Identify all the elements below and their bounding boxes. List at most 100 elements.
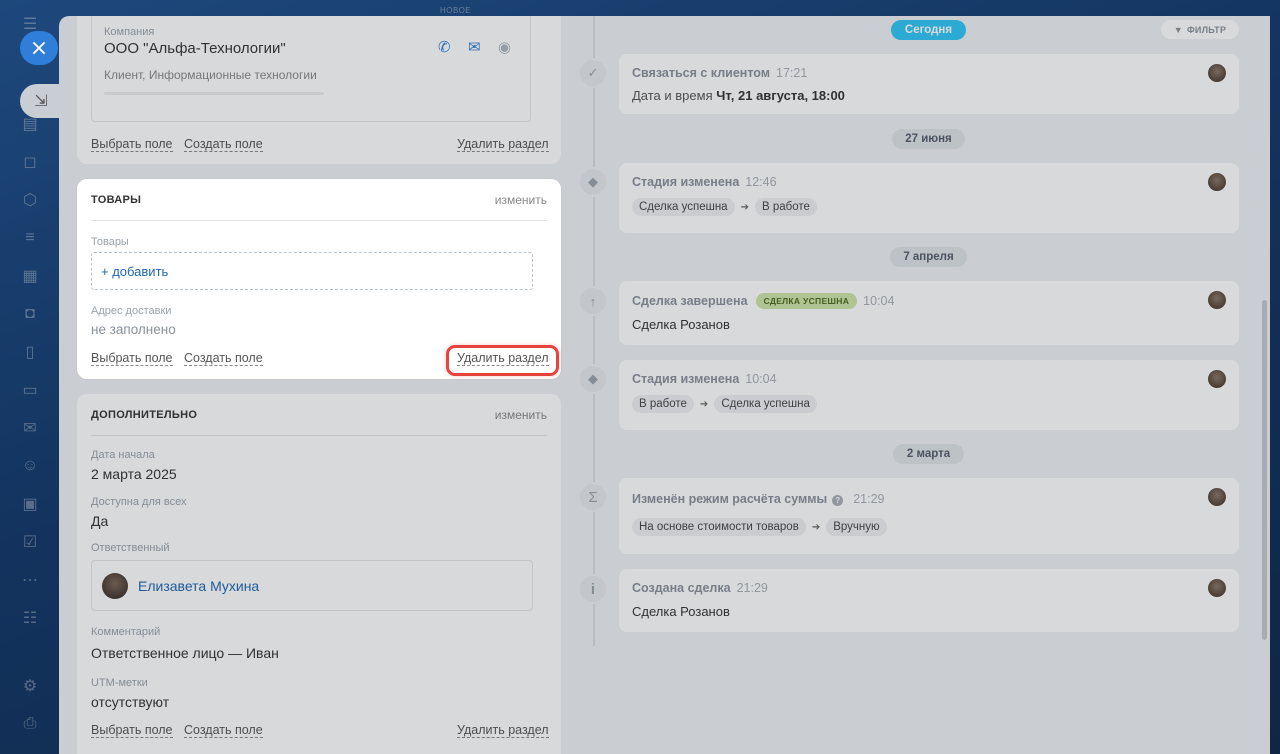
choose-field-link[interactable]: Выбрать поле: [91, 137, 173, 152]
timeline-item-stage[interactable]: Стадия изменена 10:04 В работе ➔ Сделка усп…: [619, 360, 1239, 430]
item-title: Связаться с клиентом 17:21: [632, 66, 807, 80]
public-label: Доступна для всех: [91, 496, 187, 508]
close-button[interactable]: ×: [20, 31, 58, 65]
arrow-up-icon: ↑: [578, 286, 608, 316]
additional-edit-link[interactable]: изменить: [495, 408, 547, 422]
list-icon[interactable]: ☷: [20, 608, 40, 628]
sigma-icon: Σ: [578, 482, 608, 512]
choose-field-link[interactable]: Выбрать поле: [91, 351, 173, 366]
phone-icon[interactable]: ✆: [438, 38, 451, 56]
products-add-box[interactable]: + добавить: [91, 252, 533, 290]
avatar: [1208, 488, 1226, 506]
timeline-line: [593, 16, 595, 646]
avatar: [1208, 64, 1226, 82]
divider: [91, 435, 547, 436]
company-name[interactable]: ООО "Альфа-Технологии": [104, 40, 286, 57]
calendar-icon[interactable]: ▦: [20, 266, 40, 286]
item-title-text: Создана сделка: [632, 581, 731, 595]
item-time: 10:04: [863, 294, 895, 308]
item-title: Сделка завершена СДЕЛКА УСПЕШНА 10:04: [632, 293, 894, 309]
hexagon-icon[interactable]: ⬡: [20, 190, 40, 210]
create-field-link[interactable]: Создать поле: [184, 137, 263, 152]
item-title-text: Стадия изменена: [632, 372, 740, 386]
board-icon[interactable]: ▣: [20, 494, 40, 514]
add-product-link[interactable]: + добавить: [101, 264, 168, 279]
card-icon[interactable]: ▭: [20, 380, 40, 400]
funnel-icon[interactable]: ≡: [20, 228, 40, 248]
help-icon[interactable]: ?: [832, 495, 844, 506]
responsible-label: Ответственный: [91, 542, 170, 554]
create-field-link[interactable]: Создать поле: [184, 351, 263, 366]
dots-icon[interactable]: ⋯: [20, 570, 40, 590]
additional-title: ДОПОЛНИТЕЛЬНО: [91, 409, 198, 421]
delete-section-link[interactable]: Удалить раздел: [457, 723, 549, 738]
item-title: Создана сделка 21:29: [632, 581, 768, 595]
status-badge: СДЕЛКА УСПЕШНА: [755, 293, 858, 309]
item-time: 10:04: [745, 372, 777, 386]
timeline-item-stage[interactable]: Стадия изменена 12:46 Сделка успешна ➔ В ра…: [619, 163, 1239, 233]
filter-label: ФИЛЬТР: [1186, 24, 1227, 35]
responsible-box[interactable]: Елизавета Мухина: [91, 560, 533, 611]
start-date-label: Дата начала: [91, 449, 155, 461]
utm-label: UTM-метки: [91, 677, 148, 689]
item-time: 21:29: [853, 492, 885, 506]
placeholder-line: [104, 92, 324, 95]
new-label: НОВОЕ: [440, 6, 472, 15]
contacts-icon[interactable]: ☺: [20, 456, 40, 476]
products-edit-link[interactable]: изменить: [495, 193, 547, 207]
public-value[interactable]: Да: [91, 513, 108, 529]
item-body: Сделка Розанов: [632, 317, 730, 332]
timeline-item-activity[interactable]: Связаться с клиентом 17:21 Дата и время Ч…: [619, 54, 1239, 114]
utm-value[interactable]: отсутствуют: [91, 694, 169, 710]
create-field-link[interactable]: Создать поле: [184, 723, 263, 738]
company-label: Компания: [104, 26, 155, 38]
delete-section-link[interactable]: Удалить раздел: [457, 137, 549, 152]
mode-from-chip: На основе стоимости товаров: [632, 518, 806, 536]
mail-icon[interactable]: ✉: [468, 38, 481, 56]
mail-icon[interactable]: ✉: [20, 418, 40, 438]
document-icon[interactable]: ▯: [20, 342, 40, 362]
printer-icon[interactable]: ⎙: [20, 714, 40, 734]
responsible-name[interactable]: Елизавета Мухина: [138, 578, 259, 594]
timeline-item-sum-mode[interactable]: Изменён режим расчёта суммы? 21:29 На осн…: [619, 478, 1239, 554]
address-label: Адрес доставки: [91, 305, 172, 317]
chat-icon[interactable]: ◉: [498, 38, 511, 56]
stage-to-chip: Сделка успешна: [714, 395, 817, 413]
minimize-button[interactable]: ⇲: [20, 84, 62, 118]
timeline-item-created[interactable]: Создана сделка 21:29 Сделка Розанов: [619, 569, 1239, 632]
item-title: Изменён режим расчёта суммы? 21:29: [632, 492, 884, 506]
arrow-icon: ➔: [740, 202, 749, 213]
avatar: [1208, 173, 1226, 191]
item-body-value: Чт, 21 августа, 18:00: [716, 88, 845, 103]
products-field-label: Товары: [91, 236, 129, 248]
stage-from-chip: В работе: [632, 395, 694, 413]
item-body: На основе стоимости товаров ➔ Вручную: [632, 518, 887, 536]
tag-icon: ◆: [578, 167, 608, 197]
item-body: Сделка Розанов: [632, 604, 730, 619]
arrow-icon: ➔: [699, 399, 709, 410]
scrollbar[interactable]: [1262, 300, 1267, 640]
item-body: Дата и время Чт, 21 августа, 18:00: [632, 88, 845, 103]
item-title-text: Изменён режим расчёта суммы: [632, 492, 828, 506]
highlight-outline: [446, 345, 559, 376]
robot-icon[interactable]: ◘: [20, 304, 40, 324]
address-value[interactable]: не заполнено: [91, 322, 176, 337]
settings-icon[interactable]: ⚙: [20, 676, 40, 696]
item-title-text: Сделка завершена: [632, 294, 748, 308]
comment-value[interactable]: Ответственное лицо — Иван: [91, 645, 279, 661]
avatar: [1208, 579, 1226, 597]
date-pill: 7 апреля: [890, 247, 967, 267]
info-icon: i: [578, 574, 608, 604]
item-time: 17:21: [776, 66, 808, 80]
timeline-item-closed[interactable]: Сделка завершена СДЕЛКА УСПЕШНА 10:04 Сдел…: [619, 281, 1239, 345]
filter-button[interactable]: ▼ ФИЛЬТР: [1161, 20, 1239, 39]
checkbox-icon[interactable]: ☑: [20, 532, 40, 552]
check-icon: ✓: [578, 58, 608, 88]
choose-field-link[interactable]: Выбрать поле: [91, 723, 173, 738]
item-body: В работе ➔ Сделка успешна: [632, 395, 817, 413]
start-date-value[interactable]: 2 марта 2025: [91, 466, 177, 482]
company-sub: Клиент, Информационные технологии: [104, 68, 317, 82]
avatar: [1208, 370, 1226, 388]
chat-icon[interactable]: ◻: [20, 152, 40, 172]
avatar: [1208, 291, 1226, 309]
